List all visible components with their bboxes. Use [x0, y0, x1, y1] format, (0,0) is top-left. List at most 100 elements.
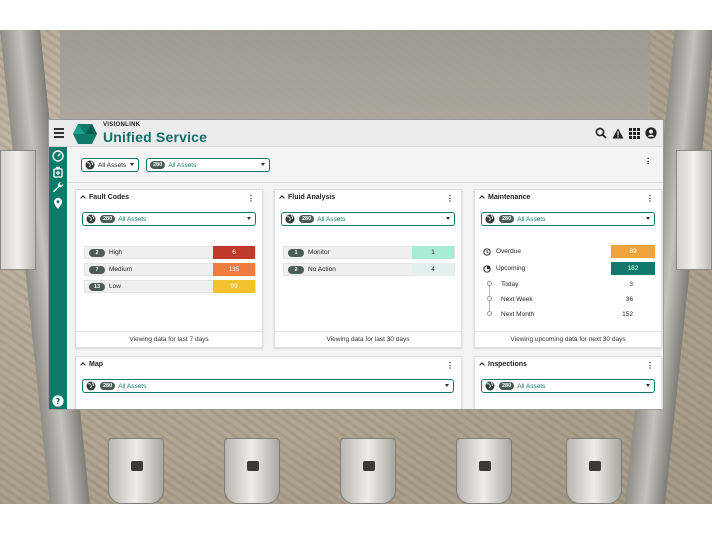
inspections-card: Inspections ⋮ 280 All Assets: [474, 356, 662, 409]
chevron-down-icon: [446, 217, 450, 220]
user-account-icon[interactable]: [645, 126, 657, 144]
breakdown-next-week-value[interactable]: 36: [603, 296, 633, 303]
card-more-options-icon[interactable]: ⋮: [446, 361, 454, 370]
fluid-value: 4: [412, 263, 454, 276]
asset-count-badge: 280: [499, 382, 515, 390]
chevron-up-icon: [479, 362, 485, 368]
asset-select-label: All Assets: [317, 215, 346, 223]
card-more-options-icon[interactable]: ⋮: [646, 361, 654, 370]
asset-filter-select[interactable]: 280 All Assets: [146, 158, 270, 172]
globe-icon: [86, 381, 96, 391]
card-more-options-icon[interactable]: ⋮: [446, 194, 454, 203]
inspections-title: Inspections: [488, 361, 527, 368]
fault-row-high[interactable]: 2 High 6: [84, 246, 256, 259]
timeline-dot: [487, 296, 492, 301]
fluid-analysis-title: Fluid Analysis: [288, 194, 336, 201]
fluid-analysis-footer: Viewing data for last 30 days: [275, 331, 461, 347]
inspections-header[interactable]: Inspections: [479, 361, 527, 368]
app-window: VISIONLINK Unified Service ? All Assets: [48, 119, 664, 410]
fault-row-low[interactable]: 13 Low 99: [84, 280, 256, 293]
map-card: Map ⋮ 280 All Assets: [75, 356, 462, 409]
fault-count-badge: 7: [89, 265, 105, 274]
map-pin-icon[interactable]: [52, 197, 64, 209]
upcoming-value[interactable]: 182: [611, 262, 655, 275]
side-wear-pad-right: [676, 150, 712, 270]
fluid-bottle-icon[interactable]: [52, 166, 64, 178]
app-title: Unified Service: [103, 129, 208, 145]
fault-severity-label: High: [109, 249, 123, 256]
scope-select[interactable]: All Assets: [81, 158, 139, 172]
card-more-options-icon[interactable]: ⋮: [646, 194, 654, 203]
upcoming-gauge-icon: [483, 264, 491, 273]
inspections-asset-select[interactable]: 280 All Assets: [481, 379, 655, 393]
brand-small-label: VISIONLINK: [103, 122, 141, 128]
fault-codes-header[interactable]: Fault Codes: [80, 194, 130, 201]
search-icon[interactable]: [595, 126, 607, 144]
bucket-tooth: [566, 438, 622, 504]
asset-select-label: All Assets: [517, 215, 546, 223]
asset-count-badge: 280: [150, 161, 166, 169]
maintenance-overdue-row[interactable]: Overdue: [483, 245, 521, 258]
fluid-count-badge: 2: [288, 265, 304, 274]
breakdown-next-month-value[interactable]: 152: [603, 311, 633, 318]
top-icons: [595, 126, 657, 144]
breakdown-today-value[interactable]: 3: [603, 281, 633, 288]
dashboard-gauge-icon[interactable]: [52, 150, 64, 162]
fault-codes-asset-select[interactable]: 280 All Assets: [82, 212, 256, 226]
scope-select-label: All Assets: [98, 161, 127, 169]
fault-value: 99: [213, 280, 255, 293]
fault-value: 6: [213, 246, 255, 259]
fluid-status-label: No Action: [308, 266, 336, 273]
maintenance-header[interactable]: Maintenance: [479, 194, 530, 201]
fluid-analysis-asset-select[interactable]: 280 All Assets: [281, 212, 455, 226]
fluid-row-monitor[interactable]: 1 Monitor 1: [283, 246, 455, 259]
fault-codes-card: Fault Codes ⋮ 280 All Assets 2 High 6 7 …: [75, 189, 263, 348]
visionlink-logo: [73, 124, 97, 144]
bucket-tooth: [108, 438, 164, 504]
maintenance-card: Maintenance ⋮ 280 All Assets Overdue 89 …: [474, 189, 662, 348]
fault-codes-footer: Viewing data for last 7 days: [76, 331, 262, 347]
asset-select-label: All Assets: [517, 382, 546, 390]
chevron-down-icon: [646, 217, 650, 220]
alert-icon[interactable]: [612, 126, 624, 144]
bucket-tooth: [456, 438, 512, 504]
chevron-down-icon: [646, 384, 650, 387]
globe-icon: [285, 214, 295, 224]
fluid-analysis-header[interactable]: Fluid Analysis: [279, 194, 336, 201]
fault-count-badge: 2: [89, 248, 105, 257]
asset-count-badge: 280: [100, 382, 116, 390]
fluid-row-no-action[interactable]: 2 No Action 4: [283, 263, 455, 276]
globe-icon: [85, 160, 95, 170]
overdue-value[interactable]: 89: [611, 245, 655, 258]
breakdown-next-month-label: Next Month: [501, 311, 535, 318]
asset-filter-label: All Assets: [168, 161, 197, 169]
apps-grid-icon[interactable]: [629, 126, 640, 144]
side-wear-pad-left: [0, 150, 36, 270]
breakdown-next-week-label: Next Week: [501, 296, 533, 303]
menu-icon[interactable]: [54, 128, 64, 138]
globe-icon: [86, 214, 96, 224]
asset-count-badge: 280: [499, 215, 515, 223]
fault-count-badge: 13: [89, 282, 105, 291]
help-icon[interactable]: ?: [52, 395, 64, 407]
chevron-up-icon: [479, 195, 485, 201]
maintenance-asset-select[interactable]: 280 All Assets: [481, 212, 655, 226]
maintenance-upcoming-row[interactable]: Upcoming: [483, 262, 525, 275]
page-more-options-icon[interactable]: · · ·: [647, 155, 650, 168]
fault-codes-title: Fault Codes: [89, 194, 130, 201]
map-asset-select[interactable]: 280 All Assets: [82, 379, 454, 393]
maintenance-footer: Viewing upcoming data for next 30 days: [475, 331, 661, 347]
chevron-down-icon: [247, 217, 251, 220]
map-header[interactable]: Map: [80, 361, 103, 368]
chevron-down-icon: [445, 384, 449, 387]
breakdown-today-label: Today: [501, 281, 519, 288]
overdue-label: Overdue: [496, 248, 521, 255]
card-more-options-icon[interactable]: ⋮: [247, 194, 255, 203]
fluid-value: 1: [412, 246, 454, 259]
top-bar: VISIONLINK Unified Service: [49, 120, 663, 147]
fluid-analysis-card: Fluid Analysis ⋮ 280 All Assets 1 Monito…: [274, 189, 462, 348]
fault-row-medium[interactable]: 7 Medium 135: [84, 263, 256, 276]
timeline-dot: [487, 311, 492, 316]
wrench-icon[interactable]: [52, 181, 64, 193]
asset-select-label: All Assets: [118, 382, 147, 390]
